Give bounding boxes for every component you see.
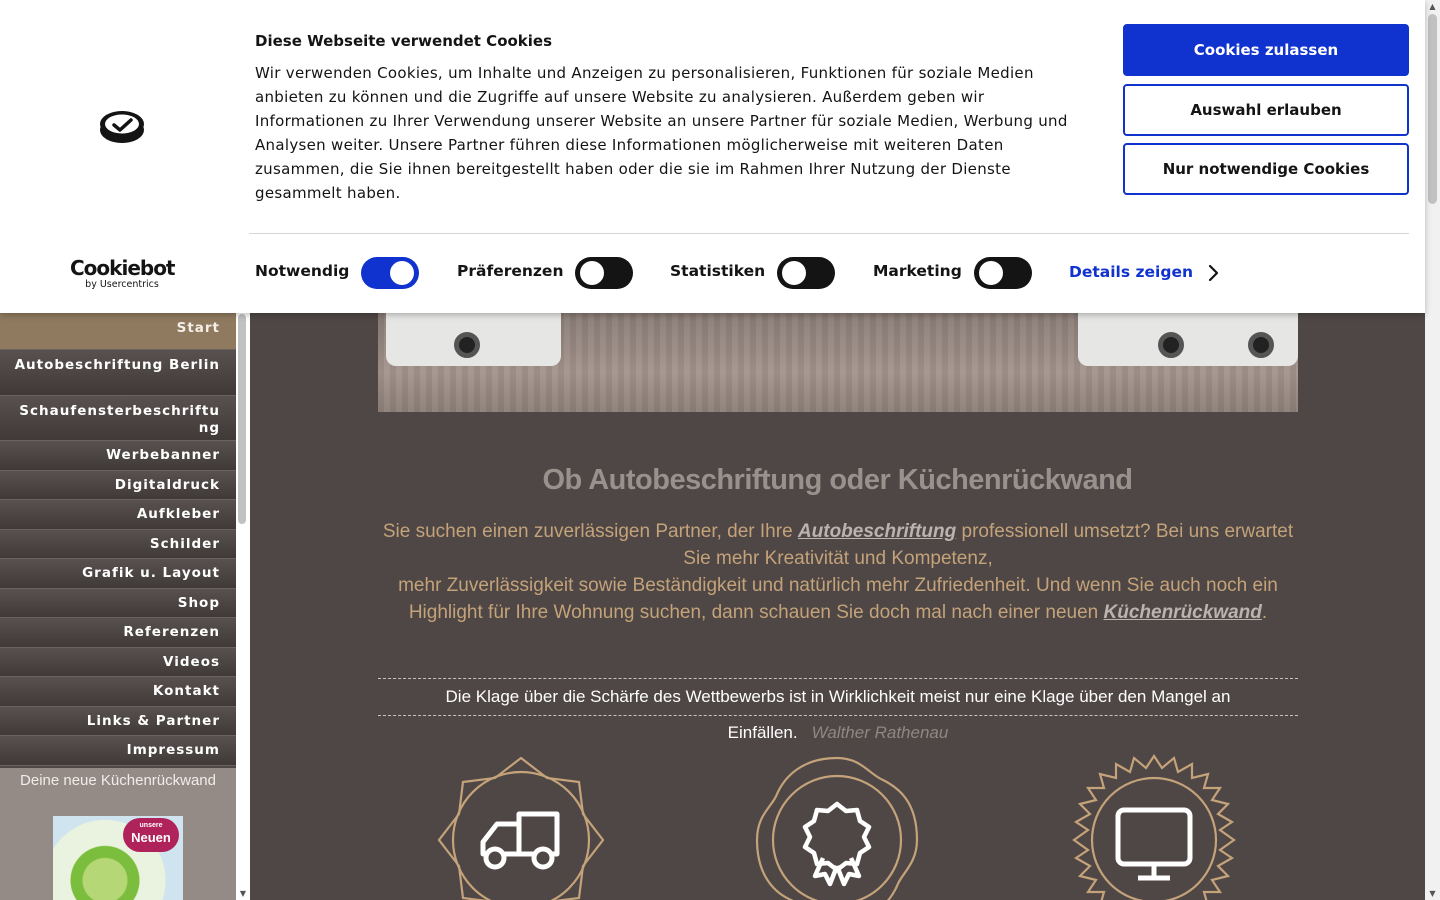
quote-box: Die Klage über die Schärfe des Wettbewer… <box>378 678 1298 742</box>
sidebar-item-referenzen[interactable]: Referenzen <box>0 618 236 648</box>
van-wheel <box>1158 332 1184 358</box>
teaser-badge-small: unsere <box>139 822 163 829</box>
sidebar-item-start[interactable]: Start <box>0 312 236 350</box>
allow-all-cookies-button[interactable]: Cookies zulassen <box>1123 24 1409 76</box>
toggle-label-statistics: Statistiken <box>670 262 766 280</box>
intro-text: Sie suchen einen zuverlässigen Partner, … <box>378 518 1298 626</box>
sidebar-item-digitaldruck[interactable]: Digitaldruck <box>0 471 236 500</box>
feature-quality[interactable] <box>751 754 923 900</box>
kuechenrueckwand-link[interactable]: Küchenrückwand <box>1104 602 1262 623</box>
cookiebot-brand-sub: by Usercentrics <box>85 279 159 290</box>
monitor-icon <box>1072 754 1236 900</box>
teaser-title: Deine neue Küchenrückwand <box>20 772 216 789</box>
cookie-consent-banner: Cookiebot by Usercentrics Diese Webseite… <box>0 0 1425 313</box>
sidebar-scrollbar-thumb[interactable] <box>238 314 246 524</box>
van-right <box>1078 312 1298 366</box>
toggle-marketing[interactable] <box>974 257 1032 289</box>
hero-image <box>378 312 1298 412</box>
kitchen-teaser[interactable]: Deine neue Küchenrückwand unsere Neuen <box>0 768 236 900</box>
van-left <box>386 312 561 366</box>
autobeschriftung-link[interactable]: Autobeschriftung <box>798 521 956 542</box>
scroll-up-arrow-icon[interactable]: ▲ <box>1425 2 1440 11</box>
toggle-label-marketing: Marketing <box>873 262 962 280</box>
page-headline: Ob Autobeschriftung oder Küchenrückwand <box>542 464 1133 496</box>
sidebar-item-autobeschriftung-berlin[interactable]: Autobeschriftung Berlin <box>0 350 236 396</box>
toggle-label-necessary: Notwendig <box>255 262 350 280</box>
feature-delivery[interactable] <box>435 754 607 900</box>
toggle-necessary[interactable] <box>361 257 419 289</box>
quote-author: Walther Rathenau <box>811 723 949 742</box>
details-show-link[interactable]: Details zeigen <box>1069 263 1193 281</box>
chevron-right-icon[interactable] <box>1207 263 1221 283</box>
sidebar-item-grafik-layout[interactable]: Grafik u. Layout <box>0 559 236 589</box>
sidebar-item-schaufensterbeschriftung[interactable]: Schaufensterbeschriftung <box>0 396 236 441</box>
sidebar-item-schilder[interactable]: Schilder <box>0 530 236 559</box>
sidebar-nav: Start Autobeschriftung Berlin Schaufenst… <box>0 312 236 900</box>
sidebar-item-werbebanner[interactable]: Werbebanner <box>0 441 236 471</box>
intro-part-1: Sie suchen einen zuverlässigen Partner, … <box>382 521 798 542</box>
toggle-knob <box>390 261 414 285</box>
toggle-statistics[interactable] <box>777 257 835 289</box>
main-content: Ob Autobeschriftung oder Küchenrückwand … <box>250 312 1425 900</box>
sidebar-item-links-partner[interactable]: Links & Partner <box>0 707 236 736</box>
truck-icon <box>437 756 605 900</box>
intro-part-4: . <box>1261 602 1268 623</box>
cookie-banner-title: Diese Webseite verwendet Cookies <box>255 32 553 50</box>
cookiebot-brand: Cookiebot by Usercentrics <box>70 256 176 290</box>
van-wheel <box>454 332 480 358</box>
cookie-banner-text: Wir verwenden Cookies, um Inhalte und An… <box>255 64 1068 202</box>
toggle-preferences[interactable] <box>575 257 633 289</box>
van-wheel <box>1248 332 1274 358</box>
toggle-knob <box>580 261 604 285</box>
sidebar-scrollbar[interactable]: ▼ <box>236 312 250 900</box>
sidebar-item-videos[interactable]: Videos <box>0 648 236 677</box>
teaser-badge-text: Neuen <box>131 830 171 845</box>
feature-design[interactable] <box>1068 754 1240 900</box>
cookiebot-brand-name: Cookiebot <box>70 256 176 280</box>
sidebar-item-impressum[interactable]: Impressum <box>0 736 236 766</box>
sidebar-item-kontakt[interactable]: Kontakt <box>0 677 236 707</box>
teaser-image[interactable]: unsere Neuen <box>53 816 183 900</box>
cookie-banner-divider <box>249 233 1409 234</box>
necessary-cookies-only-button[interactable]: Nur notwendige Cookies <box>1123 143 1409 195</box>
sidebar-item-shop[interactable]: Shop <box>0 589 236 618</box>
toggle-knob <box>979 261 1003 285</box>
allow-selection-button[interactable]: Auswahl erlauben <box>1123 84 1409 136</box>
scroll-down-arrow-icon[interactable]: ▼ <box>236 889 250 898</box>
teaser-badge: unsere Neuen <box>123 818 179 852</box>
toggle-label-preferences: Präferenzen <box>457 262 564 280</box>
scroll-down-arrow-icon[interactable]: ▼ <box>1425 889 1440 898</box>
toggle-knob <box>782 261 806 285</box>
page-scrollbar[interactable]: ▲ ▼ <box>1425 0 1440 900</box>
cookiebot-logo-icon <box>100 111 144 143</box>
sidebar-item-aufkleber[interactable]: Aufkleber <box>0 500 236 530</box>
award-icon <box>755 756 919 900</box>
page-scrollbar-thumb[interactable] <box>1428 14 1437 204</box>
